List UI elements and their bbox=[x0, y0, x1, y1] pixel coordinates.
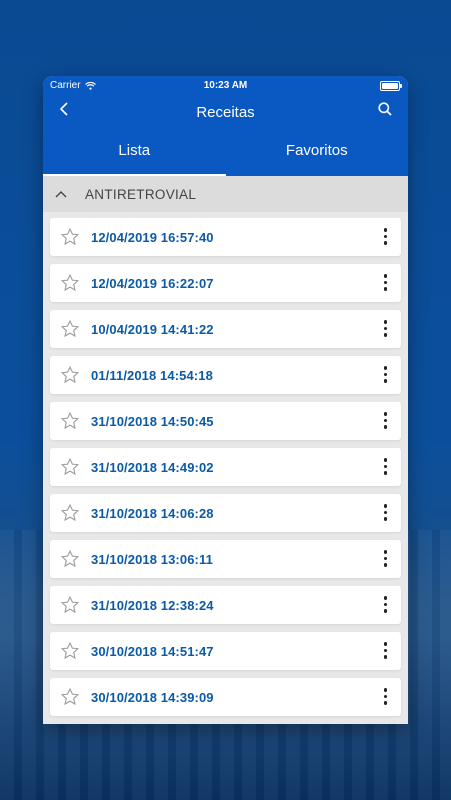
list-item[interactable]: 01/11/2018 14:54:18 bbox=[50, 356, 401, 394]
list-item[interactable]: 31/10/2018 12:38:24 bbox=[50, 586, 401, 624]
battery-icon bbox=[380, 81, 402, 91]
more-options-icon[interactable] bbox=[383, 688, 387, 705]
list-item[interactable]: 31/10/2018 14:49:02 bbox=[50, 448, 401, 486]
more-options-icon[interactable] bbox=[383, 596, 387, 613]
star-icon[interactable] bbox=[59, 272, 81, 294]
item-date: 31/10/2018 13:06:11 bbox=[91, 551, 213, 567]
item-date: 30/10/2018 14:39:09 bbox=[91, 689, 214, 705]
status-bar: Carrier 10:23 AM bbox=[43, 76, 408, 96]
item-date: 31/10/2018 14:49:02 bbox=[91, 459, 214, 475]
list-item[interactable]: 30/10/2018 14:39:09 bbox=[50, 678, 401, 716]
item-date: 10/04/2019 14:41:22 bbox=[91, 321, 214, 337]
more-options-icon[interactable] bbox=[383, 412, 387, 429]
star-icon[interactable] bbox=[59, 686, 81, 708]
star-icon[interactable] bbox=[59, 502, 81, 524]
search-icon bbox=[378, 102, 392, 116]
more-options-icon[interactable] bbox=[383, 504, 387, 521]
star-icon[interactable] bbox=[59, 594, 81, 616]
star-icon[interactable] bbox=[59, 318, 81, 340]
chevron-up-icon bbox=[55, 190, 67, 198]
item-date: 30/10/2018 14:51:47 bbox=[91, 643, 214, 659]
more-options-icon[interactable] bbox=[383, 228, 387, 245]
tab-favoritos[interactable]: Favoritos bbox=[226, 128, 409, 176]
star-icon[interactable] bbox=[59, 364, 81, 386]
section-header-antiretrovial[interactable]: ANTIRETROVIAL bbox=[43, 176, 408, 212]
star-icon[interactable] bbox=[59, 456, 81, 478]
more-options-icon[interactable] bbox=[383, 550, 387, 567]
star-icon[interactable] bbox=[59, 640, 81, 662]
navigation-bar: Receitas bbox=[43, 96, 408, 128]
status-time: 10:23 AM bbox=[203, 80, 248, 91]
search-button[interactable] bbox=[378, 102, 392, 121]
tab-bar: Lista Favoritos bbox=[43, 128, 408, 176]
more-options-icon[interactable] bbox=[383, 458, 387, 475]
list-item[interactable]: 31/10/2018 14:06:28 bbox=[50, 494, 401, 532]
section-title: ANTIRETROVIAL bbox=[85, 186, 197, 202]
more-options-icon[interactable] bbox=[383, 642, 387, 659]
list-item[interactable]: 10/04/2019 14:41:22 bbox=[50, 310, 401, 348]
item-date: 31/10/2018 12:38:24 bbox=[91, 597, 214, 613]
prescription-list: 12/04/2019 16:57:40 12/04/2019 16:22:07 … bbox=[43, 212, 408, 716]
item-date: 31/10/2018 14:06:28 bbox=[91, 505, 214, 521]
item-date: 01/11/2018 14:54:18 bbox=[91, 367, 213, 383]
more-options-icon[interactable] bbox=[383, 320, 387, 337]
item-date: 12/04/2019 16:57:40 bbox=[91, 229, 214, 245]
list-item[interactable]: 31/10/2018 13:06:11 bbox=[50, 540, 401, 578]
item-date: 31/10/2018 14:50:45 bbox=[91, 413, 214, 429]
star-icon[interactable] bbox=[59, 548, 81, 570]
tab-lista[interactable]: Lista bbox=[43, 128, 226, 176]
list-item[interactable]: 30/10/2018 14:51:47 bbox=[50, 632, 401, 670]
star-icon[interactable] bbox=[59, 410, 81, 432]
list-item[interactable]: 12/04/2019 16:22:07 bbox=[50, 264, 401, 302]
item-date: 12/04/2019 16:22:07 bbox=[91, 275, 214, 291]
list-item[interactable]: 12/04/2019 16:57:40 bbox=[50, 218, 401, 256]
app-screen: Carrier 10:23 AM Receitas Lista Favorito… bbox=[43, 76, 408, 724]
list-item[interactable]: 31/10/2018 14:50:45 bbox=[50, 402, 401, 440]
more-options-icon[interactable] bbox=[383, 366, 387, 383]
more-options-icon[interactable] bbox=[383, 274, 387, 291]
star-icon[interactable] bbox=[59, 226, 81, 248]
page-title: Receitas bbox=[196, 104, 255, 121]
